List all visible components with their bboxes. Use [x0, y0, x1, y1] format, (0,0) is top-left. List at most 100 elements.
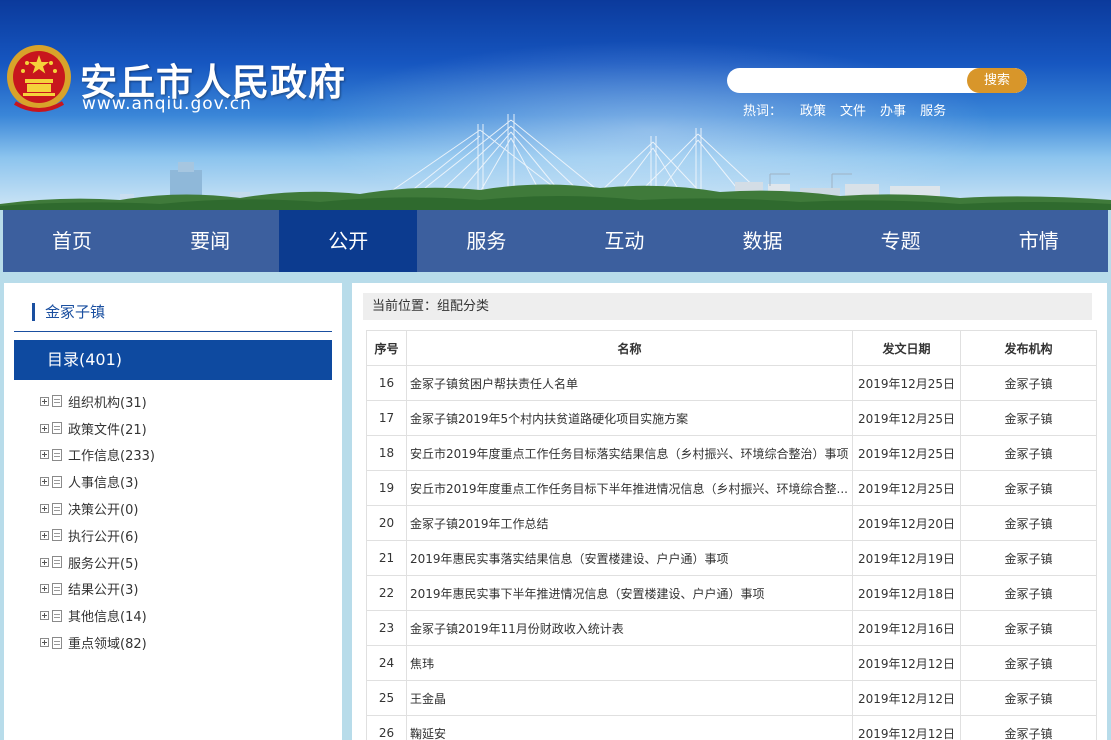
row-title-link[interactable]: 2019年惠民实事下半年推进情况信息（安置楼建设、户户通）事项 [406, 575, 853, 611]
expand-plus-icon[interactable] [40, 423, 49, 433]
table-row[interactable]: 20 金冢子镇2019年工作总结 2019年12月20日 金冢子镇 [366, 505, 1097, 541]
row-title-link[interactable]: 安丘市2019年度重点工作任务目标下半年推进情况信息（乡村振兴、环境综合整... [406, 470, 853, 506]
nav-item-service[interactable]: 服务 [417, 210, 555, 272]
tree-item-label: 决策公开(0) [68, 503, 139, 519]
row-title-link[interactable]: 金冢子镇2019年5个村内扶贫道路硬化项目实施方案 [406, 400, 853, 436]
tree-item-decision-disclosure[interactable]: 决策公开(0) [40, 495, 155, 522]
hot-word-service[interactable]: 服务 [920, 100, 946, 119]
document-icon [52, 475, 62, 488]
expand-plus-icon[interactable] [40, 584, 49, 594]
table-header-row: 序号 名称 发文日期 发布机构 [366, 330, 1097, 366]
table-row[interactable]: 17 金冢子镇2019年5个村内扶贫道路硬化项目实施方案 2019年12月25日 金冢… [366, 400, 1097, 436]
main-nav: 首页 要闻 公开 服务 互动 数据 专题 市情 [3, 210, 1108, 272]
table-row[interactable]: 23 金冢子镇2019年11月份财政收入统计表 2019年12月16日 金冢子镇 [366, 610, 1097, 646]
row-index: 18 [366, 435, 407, 471]
hot-word-document[interactable]: 文件 [840, 100, 866, 119]
table-row[interactable]: 18 安丘市2019年度重点工作任务目标落实结果信息（乡村振兴、环境综合整治）事项… [366, 435, 1097, 471]
search-input[interactable] [727, 68, 967, 93]
tree-item-result-disclosure[interactable]: 结果公开(3) [40, 576, 155, 603]
row-publisher: 金冢子镇 [960, 470, 1097, 506]
document-icon [52, 556, 62, 569]
tree-item-other-info[interactable]: 其他信息(14) [40, 602, 155, 629]
table-row[interactable]: 22 2019年惠民实事下半年推进情况信息（安置楼建设、户户通）事项 2019年12… [366, 575, 1097, 611]
expand-plus-icon[interactable] [40, 504, 49, 514]
tree-item-label: 重点领域(82) [68, 637, 147, 653]
nav-item-public[interactable]: 公开 [279, 210, 418, 272]
table-row[interactable]: 26 鞠延安 2019年12月12日 金冢子镇 [366, 715, 1097, 740]
row-title-link[interactable]: 金冢子镇2019年工作总结 [406, 505, 853, 541]
row-title-link[interactable]: 鞠延安 [406, 715, 853, 740]
row-publisher: 金冢子镇 [960, 435, 1097, 471]
nav-item-topics[interactable]: 专题 [832, 210, 970, 272]
row-publisher: 金冢子镇 [960, 400, 1097, 436]
row-date: 2019年12月12日 [852, 680, 961, 716]
document-icon [52, 422, 62, 435]
nav-item-city-info[interactable]: 市情 [970, 210, 1108, 272]
site-header: 安丘市人民政府 www.anqiu.gov.cn 搜索 热词： 政策 文件 办事… [0, 0, 1111, 210]
catalog-tree: 组织机构(31) 政策文件(21) 工作信息(233) 人事信息(3) 决策公开… [40, 388, 155, 656]
expand-plus-icon[interactable] [40, 477, 49, 487]
row-publisher: 金冢子镇 [960, 645, 1097, 681]
row-date: 2019年12月19日 [852, 540, 961, 576]
main-content: 当前位置：组配分类 序号 名称 发文日期 发布机构 16 金冢子镇贫困户帮扶责任人… [352, 283, 1107, 740]
tree-item-label: 组织机构(31) [68, 395, 147, 411]
tree-item-label: 其他信息(14) [68, 610, 147, 626]
row-index: 16 [366, 365, 407, 401]
nav-item-data[interactable]: 数据 [693, 210, 831, 272]
row-date: 2019年12月16日 [852, 610, 961, 646]
expand-plus-icon[interactable] [40, 611, 49, 621]
row-publisher: 金冢子镇 [960, 575, 1097, 611]
table-row[interactable]: 25 王金晶 2019年12月12日 金冢子镇 [366, 680, 1097, 716]
table-row[interactable]: 21 2019年惠民实事落实结果信息（安置楼建设、户户通）事项 2019年12月19… [366, 540, 1097, 576]
hot-word-affairs[interactable]: 办事 [880, 100, 906, 119]
expand-plus-icon[interactable] [40, 638, 49, 648]
row-index: 25 [366, 680, 407, 716]
tree-item-organization[interactable]: 组织机构(31) [40, 388, 155, 415]
catalog-header[interactable]: 目录(401) [14, 340, 332, 380]
row-publisher: 金冢子镇 [960, 680, 1097, 716]
row-date: 2019年12月12日 [852, 715, 961, 740]
search-box: 搜索 [727, 68, 1027, 93]
tree-item-service-disclosure[interactable]: 服务公开(5) [40, 549, 155, 576]
row-date: 2019年12月20日 [852, 505, 961, 541]
row-index: 22 [366, 575, 407, 611]
row-title-link[interactable]: 金冢子镇2019年11月份财政收入统计表 [406, 610, 853, 646]
row-title-link[interactable]: 金冢子镇贫困户帮扶责任人名单 [406, 365, 853, 401]
row-publisher: 金冢子镇 [960, 610, 1097, 646]
column-header-index: 序号 [366, 330, 407, 366]
row-title-link[interactable]: 2019年惠民实事落实结果信息（安置楼建设、户户通）事项 [406, 540, 853, 576]
row-date: 2019年12月25日 [852, 470, 961, 506]
tree-item-label: 执行公开(6) [68, 529, 139, 545]
search-button[interactable]: 搜索 [967, 68, 1027, 93]
nav-item-news[interactable]: 要闻 [141, 210, 279, 272]
row-date: 2019年12月25日 [852, 365, 961, 401]
document-icon [52, 636, 62, 649]
row-title-link[interactable]: 安丘市2019年度重点工作任务目标落实结果信息（乡村振兴、环境综合整治）事项 [406, 435, 853, 471]
tree-item-execution-disclosure[interactable]: 执行公开(6) [40, 522, 155, 549]
nav-item-interaction[interactable]: 互动 [555, 210, 693, 272]
tree-item-policy-documents[interactable]: 政策文件(21) [40, 415, 155, 442]
tree-item-label: 人事信息(3) [68, 476, 139, 492]
table-row[interactable]: 24 焦玮 2019年12月12日 金冢子镇 [366, 645, 1097, 681]
hot-word-policy[interactable]: 政策 [800, 100, 826, 119]
row-index: 20 [366, 505, 407, 541]
tree-item-work-info[interactable]: 工作信息(233) [40, 442, 155, 469]
document-icon [52, 395, 62, 408]
expand-plus-icon[interactable] [40, 530, 49, 540]
expand-plus-icon[interactable] [40, 450, 49, 460]
row-publisher: 金冢子镇 [960, 505, 1097, 541]
tree-item-key-areas[interactable]: 重点领域(82) [40, 629, 155, 656]
row-title-link[interactable]: 王金晶 [406, 680, 853, 716]
expand-plus-icon[interactable] [40, 557, 49, 567]
tree-item-personnel-info[interactable]: 人事信息(3) [40, 468, 155, 495]
nav-item-home[interactable]: 首页 [3, 210, 141, 272]
table-row[interactable]: 16 金冢子镇贫困户帮扶责任人名单 2019年12月25日 金冢子镇 [366, 365, 1097, 401]
row-title-link[interactable]: 焦玮 [406, 645, 853, 681]
table-row[interactable]: 19 安丘市2019年度重点工作任务目标下半年推进情况信息（乡村振兴、环境综合整.… [366, 470, 1097, 506]
row-publisher: 金冢子镇 [960, 540, 1097, 576]
row-index: 26 [366, 715, 407, 740]
row-publisher: 金冢子镇 [960, 715, 1097, 740]
expand-plus-icon[interactable] [40, 396, 49, 406]
site-url: www.anqiu.gov.cn [82, 94, 252, 114]
document-icon [52, 609, 62, 622]
